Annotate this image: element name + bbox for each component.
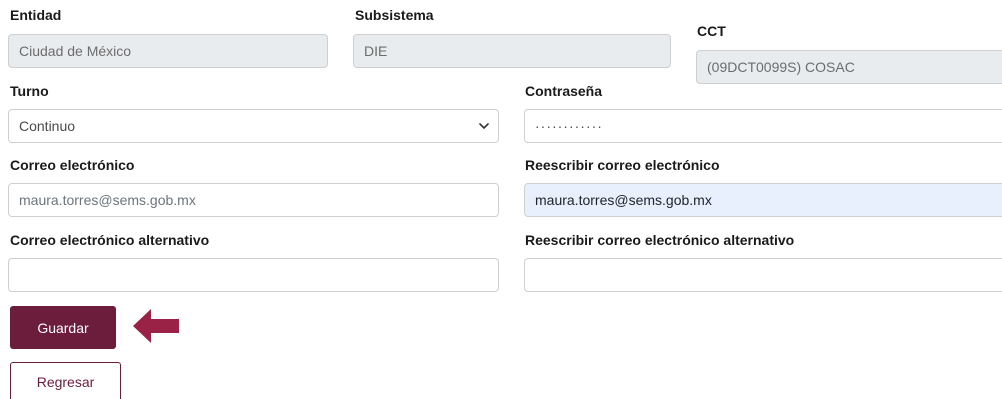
chevron-down-icon: [479, 110, 489, 142]
email-field[interactable]: maura.torres@sems.gob.mx: [8, 183, 499, 217]
entidad-label: Entidad: [10, 7, 62, 23]
correo-alt-label: Correo electrónico alternativo: [10, 232, 210, 248]
correo-confirm-label: Reescribir correo electrónico: [525, 157, 720, 173]
turno-select[interactable]: Continuo: [8, 109, 499, 143]
contrasena-label: Contraseña: [525, 83, 603, 99]
profile-form: Entidad Ciudad de México Subsistema DIE …: [0, 0, 1002, 399]
alt-email-field[interactable]: [8, 258, 499, 292]
subsistema-label: Subsistema: [355, 7, 434, 23]
alt-email-confirm-field[interactable]: [524, 258, 1002, 292]
guardar-button[interactable]: Guardar: [10, 306, 116, 349]
cct-label: CCT: [697, 23, 726, 39]
email-confirm-field[interactable]: maura.torres@sems.gob.mx: [524, 183, 1002, 217]
correo-alt-confirm-label: Reescribir correo electrónico alternativ…: [525, 232, 795, 248]
cct-field[interactable]: (09DCT0099S) COSAC: [696, 50, 1002, 84]
turno-selected-value: Continuo: [19, 118, 76, 134]
regresar-button[interactable]: Regresar: [10, 362, 121, 399]
entidad-field[interactable]: Ciudad de México: [8, 34, 328, 68]
turno-label: Turno: [10, 83, 49, 99]
password-field[interactable]: ············: [524, 109, 1002, 143]
subsistema-field[interactable]: DIE: [353, 34, 671, 68]
correo-label: Correo electrónico: [10, 157, 135, 173]
password-mask: ············: [535, 118, 603, 134]
arrow-left-icon: [133, 309, 179, 343]
